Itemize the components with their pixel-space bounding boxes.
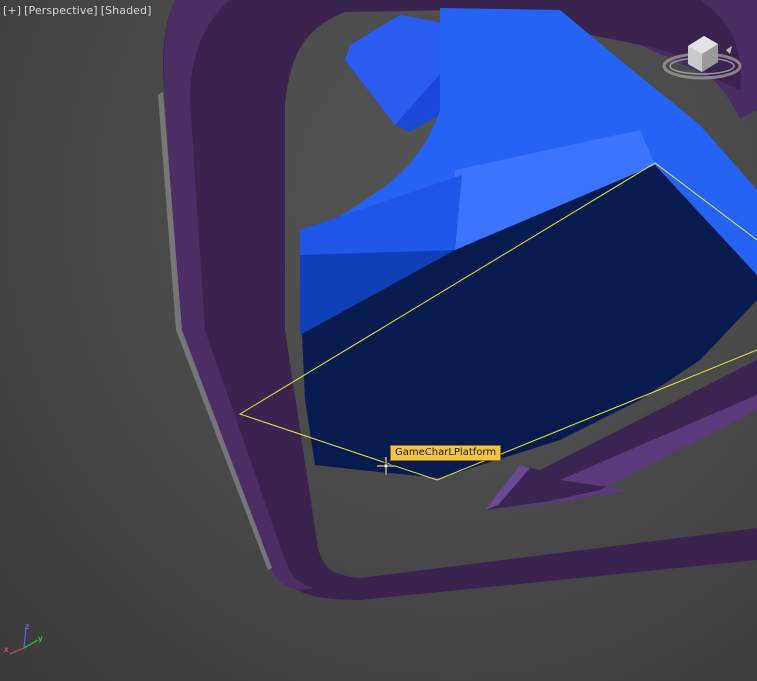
axis-tripod-icon: z y x [4, 622, 43, 655]
axis-y-label: y [38, 634, 43, 643]
viewport-label[interactable]: [+] [Perspective] [Shaded] [3, 4, 152, 17]
viewport-menu-plus[interactable]: [+] [3, 4, 21, 17]
viewcube-icon[interactable] [660, 28, 744, 88]
move-cursor-icon [377, 457, 395, 475]
perspective-viewport[interactable]: [+] [Perspective] [Shaded] GameCharLPlatfo… [0, 0, 757, 681]
viewport-view-menu[interactable]: [Perspective] [24, 4, 98, 17]
axis-x-label: x [4, 645, 9, 654]
object-name-tooltip: GameCharLPlatform [390, 445, 502, 461]
scene-geometry[interactable] [0, 0, 757, 681]
axis-z-label: z [25, 622, 29, 631]
viewport-shading-menu[interactable]: [Shaded] [101, 4, 152, 17]
